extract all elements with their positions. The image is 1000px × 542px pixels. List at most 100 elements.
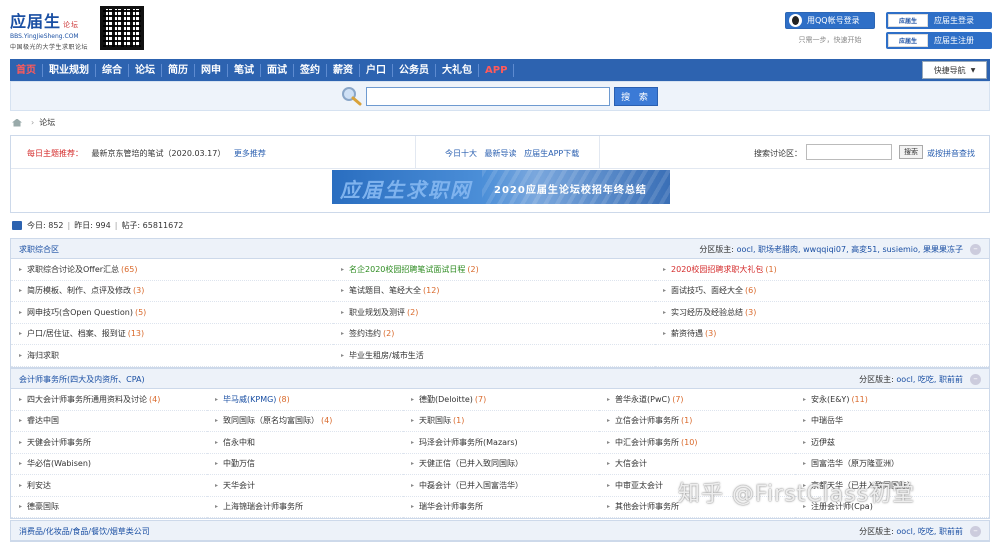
nav-item[interactable]: 户口 (360, 63, 393, 77)
forum-search-input[interactable] (806, 144, 892, 160)
nav-item[interactable]: 笔试 (228, 63, 261, 77)
forum-board-link[interactable]: ▸ 户口/居住证、档案、报到证 (13) (11, 324, 333, 345)
pinyin-search-link[interactable]: 或按拼音查找 (927, 148, 975, 159)
site-register-button[interactable]: 应届生 应届生注册 (886, 32, 992, 49)
forum-board-link[interactable]: ▸ 中瑞岳华 (795, 411, 989, 432)
nav-item[interactable]: 综合 (96, 63, 129, 77)
nav-item[interactable]: 论坛 (129, 63, 162, 77)
app-download-link[interactable]: 应届生APP下载 (524, 149, 579, 158)
forum-board-link[interactable]: ▸ 天华会计 (207, 475, 403, 497)
collapse-icon[interactable]: – (970, 526, 981, 537)
more-recommend-link[interactable]: 更多推荐 (234, 149, 266, 158)
forum-board-link[interactable]: ▸ 天健正信（已并入致同国际） (403, 454, 599, 475)
nav-item[interactable]: 首页 (10, 63, 43, 77)
forum-board-link[interactable]: ▸ 职业规划及测评 (2) (333, 302, 655, 324)
forum-search-button[interactable]: 搜索 (899, 145, 923, 159)
nav-item[interactable]: 简历 (162, 63, 195, 77)
nav-item[interactable]: 职业规划 (43, 63, 96, 77)
qq-login-button[interactable]: 用QQ帐号登录 (785, 12, 875, 29)
board-name: 面试技巧、面经大全 (671, 286, 744, 296)
nav-item[interactable]: 公务员 (393, 63, 436, 77)
board-name: 致同国际（原名均富国际） (223, 416, 320, 426)
forum-board-link[interactable]: ▸ 四大会计师事务所通用资料及讨论 (4) (11, 389, 207, 411)
board-new-count: (7) (474, 394, 487, 404)
search-input[interactable] (366, 87, 610, 106)
search-button[interactable]: 搜 索 (614, 87, 658, 106)
forum-board-link[interactable]: ▸ 签约违约 (2) (333, 324, 655, 345)
site-logo[interactable]: 应届生 论坛 BBS.YingJieSheng.COM 中国极光的大学生求职论坛 (10, 8, 98, 52)
forum-board-link[interactable]: ▸ 中勤万信 (207, 454, 403, 475)
nav-item[interactable]: APP (479, 63, 515, 77)
bullet-icon: ▸ (19, 265, 23, 273)
forum-board-link[interactable]: ▸ 大信会计 (599, 454, 795, 475)
forum-board-link[interactable]: ▸ 实习经历及经验总结 (3) (655, 302, 989, 324)
board-name: 笔试题目、笔经大全 (349, 286, 422, 296)
nav-item[interactable]: 大礼包 (436, 63, 479, 77)
forum-board-link[interactable]: ▸ 求职综合讨论及Offer汇总 (65) (11, 259, 333, 281)
forum-board-link[interactable]: ▸ 瑞华会计师事务所 (403, 497, 599, 518)
breadcrumb-current[interactable]: 论坛 (39, 117, 55, 128)
forum-board-link[interactable]: ▸ 玛泽会计师事务所(Mazars) (403, 432, 599, 454)
forum-board-link[interactable]: ▸ 德豪国际 (11, 497, 207, 518)
daily-topic-link[interactable]: 最新京东管培的笔试（2020.03.17） (92, 149, 226, 158)
forum-board-link[interactable]: ▸ 面试技巧、面经大全 (6) (655, 281, 989, 302)
section-title[interactable]: 会计师事务所(四大及内资所、CPA) (19, 374, 145, 385)
forum-board-link[interactable]: ▸ 信永中和 (207, 432, 403, 454)
forum-board-link[interactable]: ▸ 名企2020校园招聘笔试面试日程 (2) (333, 259, 655, 281)
forum-board-link[interactable]: ▸ 毕马威(KPMG) (8) (207, 389, 403, 411)
forum-board-link[interactable]: ▸ 利安达 (11, 475, 207, 497)
forum-board-link[interactable]: ▸ 网申技巧(含Open Question) (5) (11, 302, 333, 324)
site-login-tag: 应届生 (888, 14, 928, 27)
bullet-icon: ▸ (19, 438, 23, 446)
board-new-count: (2) (407, 307, 419, 317)
forum-board-link[interactable]: ▸ 海归求职 (11, 345, 333, 367)
nav-item[interactable]: 签约 (294, 63, 327, 77)
forum-board-link[interactable]: ▸ 立信会计师事务所 (1) (599, 411, 795, 432)
collapse-icon[interactable]: – (970, 374, 981, 385)
bullet-icon: ▸ (803, 417, 807, 425)
forum-board-link[interactable]: ▸ 2020校园招聘求职大礼包 (1) (655, 259, 989, 281)
board-name: 求职综合讨论及Offer汇总 (27, 264, 120, 274)
site-login-button[interactable]: 应届生 应届生登录 (886, 12, 992, 29)
collapse-icon[interactable]: – (970, 244, 981, 255)
forum-board-link[interactable]: ▸ 中磊会计（已并入国富浩华） (403, 475, 599, 497)
latest-guide-link[interactable]: 最新导读 (485, 149, 517, 158)
top-ten-link[interactable]: 今日十大 (445, 149, 477, 158)
forum-board-link[interactable]: ▸ 国富浩华（原万隆亚洲） (795, 454, 989, 475)
forum-board-link[interactable]: ▸ 薪资待遇 (3) (655, 324, 989, 345)
forum-board-link[interactable]: ▸ 普华永道(PwC) (7) (599, 389, 795, 411)
forum-board-link[interactable]: ▸ 华必信(Wabisen) (11, 454, 207, 475)
nav-item[interactable]: 面试 (261, 63, 294, 77)
board-name: 四大会计师事务所通用资料及讨论 (27, 394, 148, 404)
forum-board-link[interactable]: ▸ 天健会计师事务所 (11, 432, 207, 454)
nav-item[interactable]: 网申 (195, 63, 228, 77)
search-bar: 搜 索 (10, 81, 990, 111)
home-icon[interactable] (12, 118, 22, 127)
section-title[interactable]: 消费品/化妆品/食品/餐饮/烟草类公司 (19, 526, 150, 537)
forum-board-link[interactable]: ▸ 睿达中国 (11, 411, 207, 432)
chart-icon (12, 221, 22, 230)
section-job-general: 求职综合区 分区版主: oocl, 职场老腊肉, wwqqiqi07, 高変51… (10, 238, 990, 368)
forum-stats: 今日: 852 | 昨日: 994 | 帖子: 65811672 (12, 220, 183, 231)
section-title[interactable]: 求职综合区 (19, 244, 59, 255)
board-name: 中磊会计（已并入国富浩华） (419, 480, 524, 490)
quick-nav-dropdown[interactable]: 快捷导航 ▼ (922, 61, 987, 79)
nav-item[interactable]: 薪资 (327, 63, 360, 77)
forum-board-link[interactable]: ▸ 迈伊兹 (795, 432, 989, 454)
forum-board-link[interactable]: ▸ 上海锦瑞会计师事务所 (207, 497, 403, 518)
bullet-icon: ▸ (215, 417, 219, 425)
forum-board-link[interactable]: ▸ 安永(E&Y) (11) (795, 389, 989, 411)
forum-board-link[interactable]: ▸ 笔试题目、笔经大全 (12) (333, 281, 655, 302)
forum-board-link[interactable]: ▸ 致同国际（原名均富国际） (4) (207, 411, 403, 432)
forum-board-link[interactable]: ▸ 毕业生租房/城市生活 (333, 345, 655, 367)
forum-board-link[interactable]: ▸ 中汇会计师事务所 (10) (599, 432, 795, 454)
forum-board-link[interactable]: ▸ 天职国际 (1) (403, 411, 599, 432)
board-name: 普华永道(PwC) (615, 394, 671, 404)
promo-banner[interactable]: 应届生求职网 2020应届生论坛校招年终总结 (332, 170, 670, 204)
forum-board-link[interactable]: ▸ 简历模板、制作、点评及修改 (3) (11, 281, 333, 302)
board-name: 睿达中国 (27, 416, 60, 426)
bullet-icon: ▸ (607, 503, 611, 511)
forum-board-link[interactable]: ▸ 德勤(Deloitte) (7) (403, 389, 599, 411)
forum-search: 搜索讨论区： 搜索 或按拼音查找 (754, 144, 975, 160)
chevron-right-icon: › (31, 118, 35, 127)
